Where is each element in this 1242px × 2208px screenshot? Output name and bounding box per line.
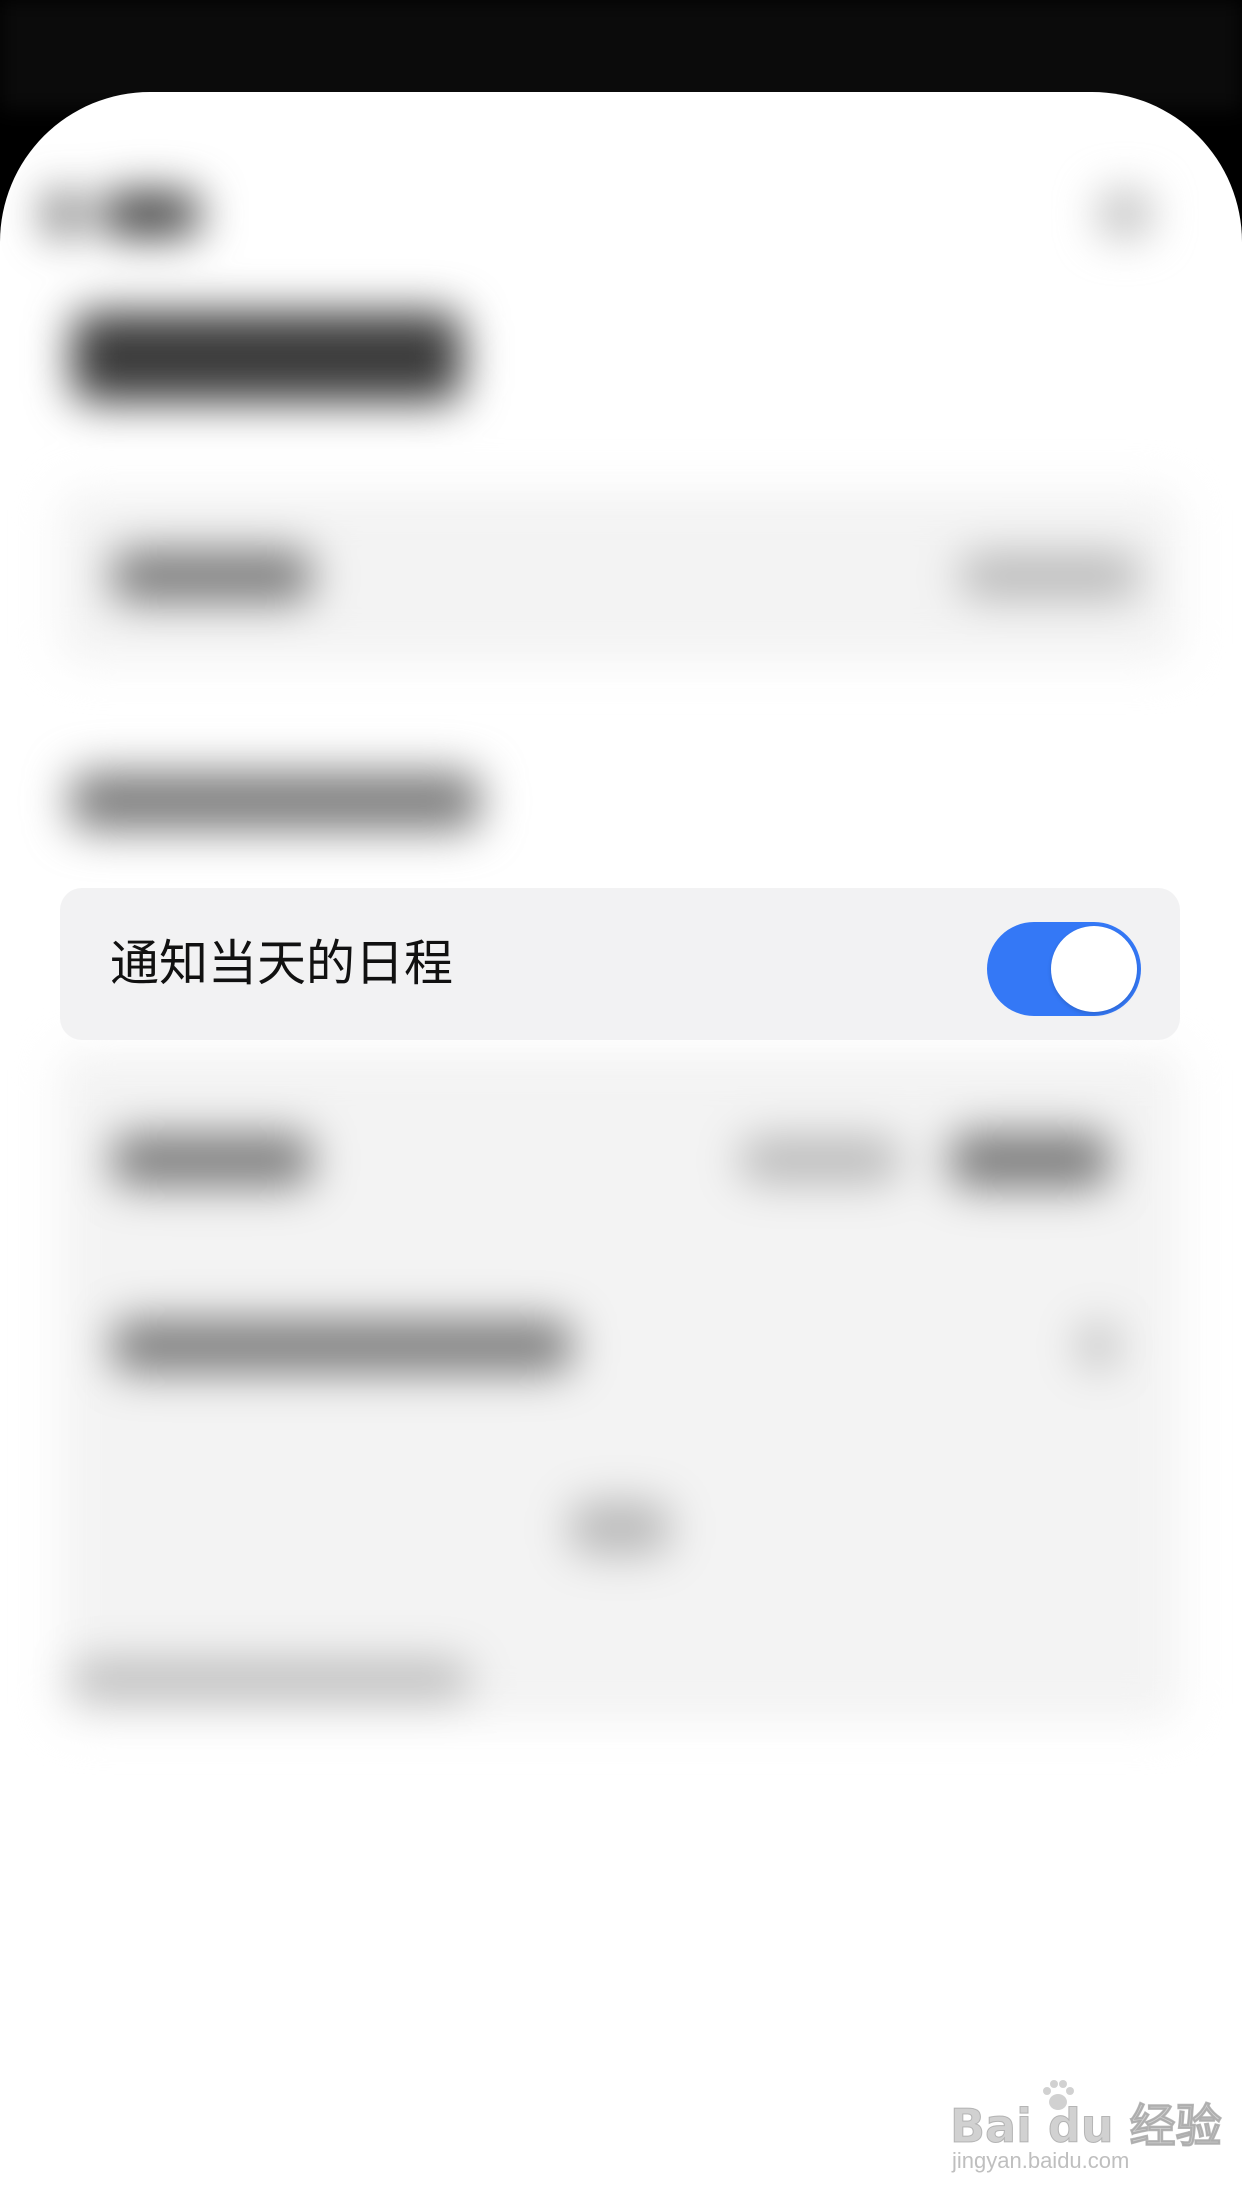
paw-icon xyxy=(1043,2080,1074,2110)
blurred-row-1-value xyxy=(960,554,1140,598)
setting-row-label: 通知当天的日程 xyxy=(110,935,454,992)
blurred-row-2-value xyxy=(950,1132,1110,1188)
toggle-knob xyxy=(1051,926,1137,1012)
blurred-page-title xyxy=(72,312,462,402)
blurred-row-3-label xyxy=(112,1320,572,1372)
watermark-url: jingyan.baidu.com xyxy=(952,2148,1130,2173)
blurred-section-header xyxy=(70,772,480,830)
blurred-row-3-chevron xyxy=(1080,1324,1116,1368)
baidu-jingyan-watermark: Bai du 经验 jingyan.baidu.com xyxy=(950,2080,1222,2185)
today-schedule-toggle[interactable] xyxy=(987,922,1141,1016)
blurred-row-4-button xyxy=(570,1502,670,1554)
watermark-logo-text: Bai du 经验 xyxy=(950,2099,1223,2154)
blurred-back-chevron xyxy=(48,192,76,236)
blurred-row-2-label xyxy=(112,1134,312,1186)
setting-row-today-schedule: 通知当天的日程 xyxy=(60,888,1180,1040)
blurred-row-2-hint xyxy=(740,1138,900,1182)
blurred-footer-note xyxy=(70,1662,470,1698)
blurred-background-content xyxy=(0,92,1242,2208)
blurred-row-1-label xyxy=(112,550,312,602)
screen: 通知当天的日程 Bai du 经验 jingyan.baidu.com xyxy=(0,0,1242,2208)
settings-sheet: 通知当天的日程 Bai du 经验 jingyan.baidu.com xyxy=(0,92,1242,2208)
blurred-back-label xyxy=(100,192,200,236)
blurred-top-right-button xyxy=(1100,192,1150,236)
